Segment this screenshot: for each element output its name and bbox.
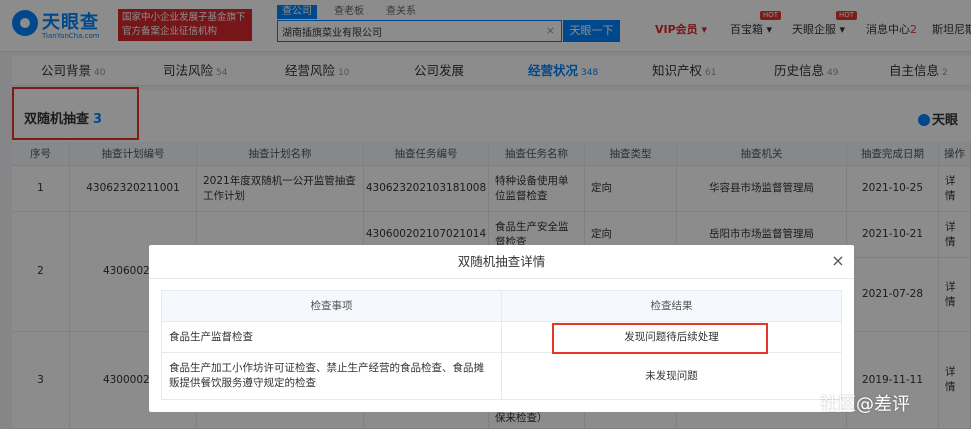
result-highlight-box — [552, 323, 768, 354]
col-header-result: 检查结果 — [502, 291, 842, 322]
detail-result: 未发现问题 — [502, 353, 842, 400]
detail-item: 食品生产监督检查 — [162, 322, 502, 353]
inspection-detail-modal: 双随机抽查详情 × 检查事项 检查结果 食品生产监督检查 发现问题待后续处理 食… — [149, 245, 854, 412]
watermark-text: 社区@差评 — [820, 394, 910, 415]
detail-item: 食品生产加工小作坊许可证检查、禁止生产经营的食品检查、食品摊贩提供餐饮服务遵守规… — [162, 353, 502, 400]
col-header-item: 检查事项 — [162, 291, 502, 322]
modal-title: 双随机抽查详情 — [149, 245, 854, 279]
close-icon[interactable]: × — [831, 253, 845, 269]
